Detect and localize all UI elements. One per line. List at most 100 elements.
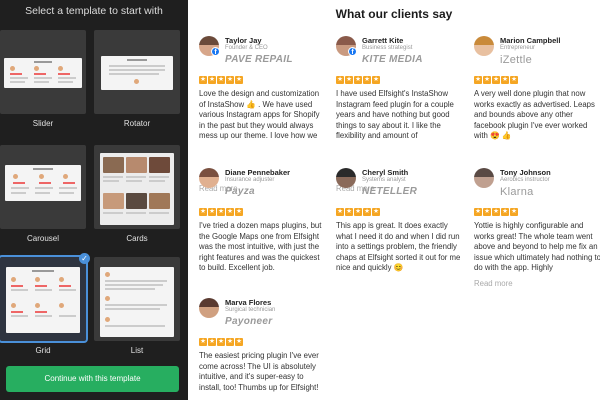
avatar [336,168,356,188]
star-icon: ★ [363,208,371,216]
star-icon: ★ [226,76,234,84]
star-icon: ★ [483,208,491,216]
reviewer-role: Insurance adjuster [225,177,275,183]
testimonials-preview: What our clients say f Taylor Jay Founde… [188,0,600,400]
star-icon: ★ [336,208,344,216]
review-text: I've tried a dozen maps plugins, but the… [199,221,322,273]
star-icon: ★ [208,338,216,346]
reviewer-name: Garrett Kite [362,36,404,45]
star-icon: ★ [199,338,207,346]
review-text: I have used Elfsight's InstaShow Instagr… [336,89,454,141]
star-icon: ★ [363,76,371,84]
reviewer-name: Cheryl Smith [362,168,409,177]
star-icon: ★ [208,208,216,216]
star-icon: ★ [208,76,216,84]
reviewer-name: Marion Campbell [500,36,561,45]
selected-check-icon: ✓ [79,253,90,264]
star-icon: ★ [235,338,243,346]
avatar [474,168,494,188]
star-icon: ★ [336,76,344,84]
reviewer-role: Founder & CEO [225,45,268,51]
template-selector-panel: Select a template to start with Slider R… [0,0,188,400]
testimonials-title: What our clients say [335,7,453,21]
template-slider-label: Slider [32,119,54,128]
company-logo: PAVE REPAIL [225,54,293,65]
star-icon: ★ [235,208,243,216]
star-icon: ★ [354,208,362,216]
reviewer-name: Marva Flores [225,298,272,307]
reviewer-role: Entrepreneur [500,45,536,51]
star-icon: ★ [217,208,225,216]
avatar [199,168,219,188]
rating-stars: ★ ★ ★ ★ ★ [336,76,380,86]
star-icon: ★ [345,208,353,216]
review-text: This app is great. It does exactly what … [336,221,461,273]
template-cards-label: Cards [126,234,148,243]
template-grid[interactable]: ✓ Grid [0,253,90,357]
star-icon: ★ [235,76,243,84]
star-icon: ★ [217,338,225,346]
template-rotator[interactable]: Rotator [94,30,180,130]
star-icon: ★ [226,338,234,346]
rating-stars: ★ ★ ★ ★ ★ [336,208,380,218]
review-text: Yottie is highly configurable and works … [474,221,600,273]
review-text: A very well done plugin that now works e… [474,89,595,141]
reviewer-name: Tony Johnson [500,168,551,177]
rating-stars: ★ ★ ★ ★ ★ [474,76,518,86]
reviewer-role: Systems analyst [362,177,406,183]
review-text: Love the design and customization of Ins… [199,89,320,141]
reviewer-name: Taylor Jay [225,36,262,45]
star-icon: ★ [226,208,234,216]
company-logo: Klarna [500,186,534,198]
star-icon: ★ [474,208,482,216]
star-icon: ★ [345,76,353,84]
star-icon: ★ [492,208,500,216]
template-cards[interactable]: Cards [94,145,180,245]
star-icon: ★ [510,208,518,216]
facebook-icon: f [211,47,220,56]
company-logo: Payoneer [225,316,273,327]
template-slider[interactable]: Slider [0,30,86,130]
template-grid-thumbnail [0,255,88,343]
template-list[interactable]: List [94,257,180,357]
star-icon: ★ [501,208,509,216]
template-grid-label: Grid [35,346,51,355]
star-icon: ★ [492,76,500,84]
rating-stars: ★ ★ ★ ★ ★ [199,76,243,86]
company-logo: Payza [225,186,255,197]
rating-stars: ★ ★ ★ ★ ★ [199,208,243,218]
template-rotator-thumbnail [94,30,180,114]
template-panel-title: Select a template to start with [25,5,163,17]
template-carousel-thumbnail [0,145,86,229]
template-list-thumbnail [94,257,180,341]
star-icon: ★ [372,76,380,84]
star-icon: ★ [354,76,362,84]
star-icon: ★ [501,76,509,84]
template-list-label: List [130,346,144,355]
star-icon: ★ [474,76,482,84]
template-carousel[interactable]: Carousel [0,145,86,245]
rating-stars: ★ ★ ★ ★ ★ [199,338,243,348]
rating-stars: ★ ★ ★ ★ ★ [474,208,518,218]
facebook-icon: f [348,47,357,56]
template-carousel-label: Carousel [26,234,59,243]
company-logo: iZettle [500,54,533,66]
avatar [474,36,494,56]
company-logo: KITE MEDIA [362,54,423,65]
template-cards-thumbnail [94,145,180,229]
reviewer-role: Aerobics instructor [500,177,550,183]
star-icon: ★ [483,76,491,84]
continue-button[interactable]: Continue with this template [6,366,179,392]
company-logo: NETELLER [362,186,418,197]
reviewer-role: Business strategist [362,45,413,51]
avatar [199,298,219,318]
read-more-link[interactable]: Read more [474,279,513,288]
star-icon: ★ [510,76,518,84]
review-text: The easiest pricing plugin I've ever com… [199,351,319,392]
star-icon: ★ [217,76,225,84]
star-icon: ★ [199,208,207,216]
star-icon: ★ [372,208,380,216]
reviewer-role: Surgical technician [225,307,276,313]
reviewer-name: Diane Pennebaker [225,168,291,177]
template-slider-thumbnail [0,30,86,114]
